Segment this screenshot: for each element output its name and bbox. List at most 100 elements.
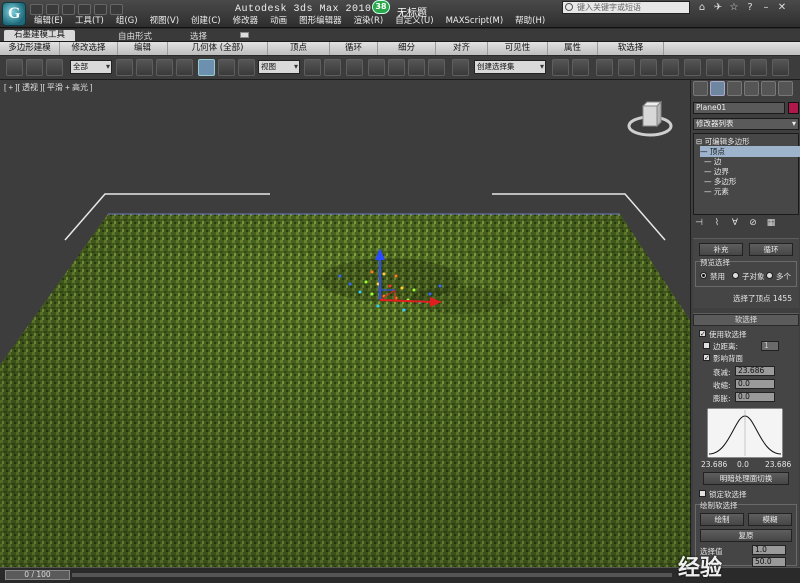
selection-value-spinner[interactable]: 1.0	[752, 545, 786, 555]
menu-create[interactable]: 创建(C)	[185, 15, 227, 28]
unlink-icon[interactable]	[26, 59, 43, 76]
paint-button[interactable]: 绘制	[700, 513, 744, 526]
menu-views[interactable]: 视图(V)	[144, 15, 185, 28]
link-icon[interactable]	[6, 59, 23, 76]
ribbon-align[interactable]: 对齐	[436, 42, 488, 55]
ribbon-minimize-icon[interactable]	[240, 32, 249, 38]
redo-icon[interactable]	[94, 4, 107, 15]
menu-help[interactable]: 帮助(H)	[509, 15, 551, 28]
render-production-icon[interactable]	[750, 59, 767, 76]
preview-disabled-radio[interactable]	[700, 272, 707, 279]
remove-modifier-icon[interactable]: ⊘	[747, 218, 759, 229]
open-file-icon[interactable]	[46, 4, 59, 15]
menu-tools[interactable]: 工具(T)	[69, 15, 110, 28]
tab-graphite-modeling[interactable]: 石墨建模工具	[4, 30, 76, 41]
material-editor-icon[interactable]	[684, 59, 701, 76]
edge-distance-checkbox[interactable]	[703, 342, 710, 349]
menu-edit[interactable]: 编辑(E)	[28, 15, 69, 28]
use-soft-selection-checkbox[interactable]: ✓	[699, 330, 706, 338]
select-rotate-icon[interactable]	[218, 59, 235, 76]
ribbon-polygon-modeling[interactable]: 多边形建模	[0, 42, 60, 55]
show-end-result-icon[interactable]: ⌇	[711, 218, 723, 229]
comm-center-icon[interactable]: ✈	[712, 2, 724, 13]
menu-customize[interactable]: 自定义(U)	[389, 15, 439, 28]
viewport-label[interactable]: [ + ][ 透视 ][ 平滑 + 高光 ]	[4, 82, 92, 93]
rect-selection-icon[interactable]	[156, 59, 173, 76]
ribbon-soft-selection[interactable]: 软选择	[598, 42, 664, 55]
schematic-view-icon[interactable]	[662, 59, 679, 76]
select-move-icon[interactable]	[198, 59, 215, 76]
object-color-swatch[interactable]	[788, 102, 799, 114]
window-crossing-icon[interactable]	[176, 59, 193, 76]
select-by-name-icon[interactable]	[136, 59, 153, 76]
falloff-spinner[interactable]: 23.686	[735, 366, 775, 376]
teapot-render-icon[interactable]	[772, 59, 789, 76]
mirror-icon[interactable]	[552, 59, 569, 76]
percent-snap-icon[interactable]	[408, 59, 425, 76]
tab-selection[interactable]: 选择	[190, 30, 207, 42]
menu-maxscript[interactable]: MAXScript(M)	[440, 15, 510, 28]
pin-stack-icon[interactable]: ⊣	[693, 218, 705, 229]
menu-rendering[interactable]: 渲染(R)	[348, 15, 390, 28]
keyboard-shortcut-icon[interactable]	[346, 59, 363, 76]
ribbon-subdivision[interactable]: 细分	[378, 42, 436, 55]
menu-graph-editors[interactable]: 图形编辑器	[293, 15, 348, 28]
stack-item-element[interactable]: — 元素	[704, 186, 729, 197]
grow-button[interactable]: 补充	[699, 243, 743, 256]
save-icon[interactable]	[62, 4, 75, 15]
menu-animation[interactable]: 动画	[264, 15, 293, 28]
revert-button[interactable]: 复原	[700, 529, 792, 542]
curve-editor-icon[interactable]	[640, 59, 657, 76]
align-icon[interactable]	[572, 59, 589, 76]
tab-freeform[interactable]: 自由形式	[118, 30, 152, 42]
new-file-icon[interactable]	[30, 4, 43, 15]
edge-distance-spinner[interactable]: 1	[761, 341, 779, 351]
hierarchy-tab-icon[interactable]	[727, 81, 742, 96]
snaps-toggle-icon[interactable]	[368, 59, 385, 76]
select-scale-icon[interactable]	[238, 59, 255, 76]
ribbon-vertices[interactable]: 顶点	[268, 42, 330, 55]
render-setup-icon[interactable]	[706, 59, 723, 76]
favorites-icon[interactable]: ☆	[728, 2, 740, 13]
rendered-frame-icon[interactable]	[728, 59, 745, 76]
help-search-input[interactable]: 键入关键字或短语	[562, 1, 690, 14]
help-icon[interactable]: ?	[744, 2, 756, 13]
angle-snap-icon[interactable]	[388, 59, 405, 76]
create-tab-icon[interactable]	[693, 81, 708, 96]
make-unique-icon[interactable]: ∀	[729, 218, 741, 229]
ribbon-modify-selection[interactable]: 修改选择	[60, 42, 118, 55]
ribbon-loops[interactable]: 循环	[330, 42, 378, 55]
minimize-icon[interactable]: –	[760, 2, 772, 13]
ribbon-visibility[interactable]: 可见性	[488, 42, 548, 55]
edit-named-sets-icon[interactable]	[452, 59, 469, 76]
modify-tab-icon[interactable]	[710, 81, 725, 96]
perspective-viewport[interactable]: [ + ][ 透视 ][ 平滑 + 高光 ]	[0, 80, 690, 567]
reference-coordinate-dropdown[interactable]: 视图	[258, 60, 300, 74]
loop-button[interactable]: 循环	[749, 243, 793, 256]
shaded-face-toggle-button[interactable]: 明暗处理面切换	[703, 472, 789, 485]
viewcube-icon[interactable]	[626, 100, 674, 140]
track-bar[interactable]	[72, 573, 672, 577]
lock-soft-selection-checkbox[interactable]	[699, 490, 706, 497]
brush-size-spinner[interactable]: 50.0	[752, 557, 786, 567]
pivot-center-icon[interactable]	[304, 59, 321, 76]
object-name-field[interactable]: Plane01	[693, 102, 785, 114]
close-icon[interactable]: ✕	[776, 2, 788, 13]
menu-group[interactable]: 组(G)	[110, 15, 144, 28]
time-slider[interactable]: 0 / 100	[5, 570, 70, 580]
selection-filter-dropdown[interactable]: 全部	[70, 60, 112, 74]
motion-tab-icon[interactable]	[744, 81, 759, 96]
select-object-icon[interactable]	[116, 59, 133, 76]
named-selection-sets-dropdown[interactable]: 创建选择集	[474, 60, 546, 74]
ribbon-properties[interactable]: 属性	[548, 42, 598, 55]
bubble-spinner[interactable]: 0.0	[735, 392, 775, 402]
viewport-scene[interactable]	[0, 80, 690, 567]
spinner-snap-icon[interactable]	[428, 59, 445, 76]
select-manipulate-icon[interactable]	[324, 59, 341, 76]
layer-manager-icon[interactable]	[596, 59, 613, 76]
project-folder-icon[interactable]	[110, 4, 123, 15]
modifier-list-dropdown[interactable]: 修改器列表	[693, 118, 799, 130]
preview-multi-radio[interactable]	[766, 272, 773, 279]
undo-icon[interactable]	[78, 4, 91, 15]
subscription-icon[interactable]: ⌂	[696, 2, 708, 13]
